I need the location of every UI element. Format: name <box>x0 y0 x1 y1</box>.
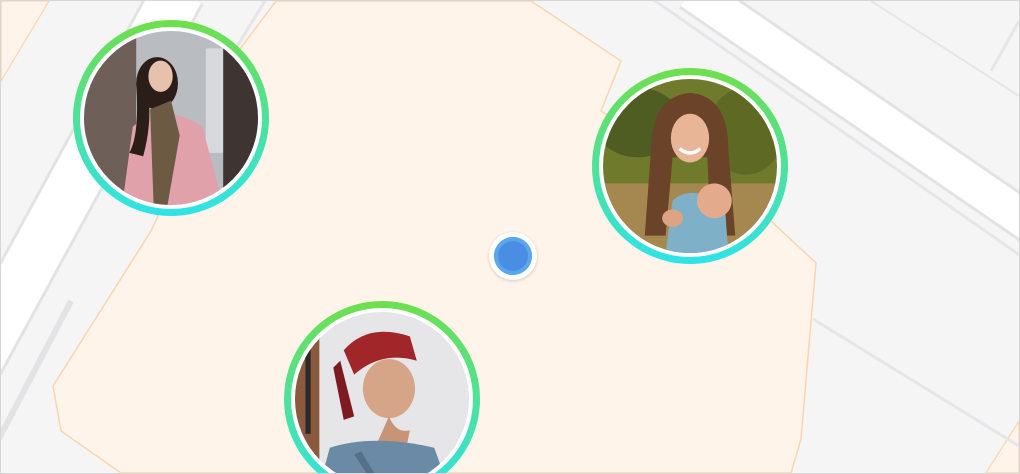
location-dot-icon <box>494 237 532 275</box>
avatar <box>603 79 777 253</box>
avatar <box>295 312 469 473</box>
woman-pink-coat-photo <box>84 31 258 205</box>
nearby-user-pin-1[interactable] <box>73 20 269 216</box>
woman-smiling-photo <box>603 79 777 253</box>
avatar <box>84 31 258 205</box>
man-red-cap-photo <box>295 312 469 473</box>
current-location-marker[interactable] <box>489 232 537 280</box>
map-view[interactable] <box>0 0 1020 474</box>
nearby-user-pin-2[interactable] <box>592 68 788 264</box>
